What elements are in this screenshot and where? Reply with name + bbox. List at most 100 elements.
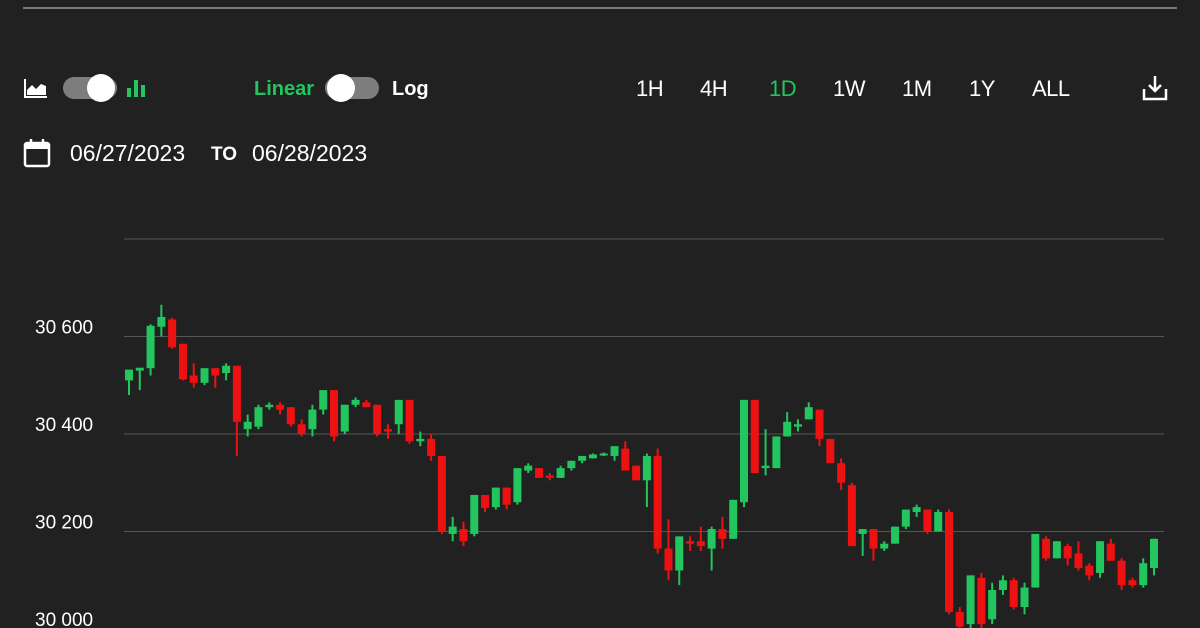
- candle: [556, 465, 565, 478]
- candle-body-up: [891, 526, 900, 544]
- candle-body-up: [588, 454, 597, 459]
- candle-body-down: [621, 448, 630, 471]
- candle-body-down: [178, 343, 187, 380]
- candle-body-down: [437, 455, 446, 532]
- candle-body-down: [718, 529, 727, 539]
- candle: [459, 521, 468, 547]
- candle-body-down: [1063, 546, 1072, 559]
- y-axis-labels: 30 000 30 200 30 400 30 600: [35, 318, 93, 628]
- candle: [847, 482, 856, 547]
- candle: [955, 607, 964, 628]
- candle-body-down: [1117, 560, 1126, 586]
- candle: [815, 409, 824, 447]
- candle-body-down: [686, 541, 695, 544]
- candle-body-down: [383, 429, 392, 432]
- candle: [891, 526, 900, 544]
- candle: [125, 369, 133, 395]
- candle-body-up: [729, 499, 738, 539]
- candles: [125, 304, 1158, 628]
- candle: [729, 499, 738, 539]
- candle: [1009, 577, 1018, 610]
- candle-body-down: [1106, 543, 1115, 561]
- candle-body-down: [535, 468, 543, 478]
- candle-body-up: [351, 399, 360, 405]
- candle-body-up: [934, 512, 943, 532]
- candle-body-down: [427, 438, 436, 456]
- candle-body-up: [901, 509, 910, 527]
- candle: [934, 509, 943, 532]
- candle: [621, 441, 630, 471]
- candle: [1139, 558, 1148, 588]
- candle-body-down: [923, 509, 932, 532]
- candle: [826, 438, 835, 464]
- candle: [146, 324, 155, 376]
- candle: [923, 509, 932, 534]
- candle: [783, 412, 792, 437]
- candle-body-up: [254, 407, 263, 427]
- candle-body-down: [330, 390, 338, 437]
- candle-body-up: [340, 404, 349, 432]
- candle: [243, 414, 252, 437]
- candle-body-down: [837, 463, 846, 483]
- candle-body-up: [707, 529, 716, 549]
- candle-body-up: [1052, 541, 1061, 559]
- candle: [491, 487, 500, 510]
- candle: [740, 399, 748, 508]
- candle-body-up: [200, 368, 209, 383]
- candle-body-down: [826, 438, 835, 464]
- candle: [1096, 541, 1105, 578]
- candle-body-down: [869, 529, 878, 549]
- candle: [1042, 536, 1051, 561]
- candle: [362, 399, 371, 408]
- candle: [297, 419, 306, 437]
- candle-body-down: [168, 319, 177, 348]
- candlestick-chart: 30 000 30 200 30 400 30 600: [35, 238, 1164, 628]
- candle-body-down: [1009, 580, 1018, 608]
- candle: [1063, 543, 1072, 566]
- candle: [912, 504, 921, 517]
- candle-body-down: [545, 475, 554, 478]
- candle-body-up: [319, 390, 328, 410]
- candle-body-down: [1074, 553, 1083, 569]
- candle-body-up: [740, 399, 748, 503]
- candle: [481, 494, 490, 512]
- candle-body-down: [189, 375, 198, 383]
- candle: [545, 473, 554, 481]
- candle-body-up: [783, 421, 792, 437]
- candle: [664, 519, 673, 581]
- candle: [254, 404, 263, 430]
- candle-body-up: [243, 421, 252, 430]
- candle-body-up: [157, 317, 166, 327]
- candle-body-up: [448, 526, 457, 534]
- candle: [373, 404, 382, 437]
- candle: [286, 407, 295, 427]
- candle-body-up: [858, 529, 867, 534]
- candle: [869, 529, 878, 561]
- candle: [718, 516, 727, 549]
- candle-body-up: [1031, 533, 1040, 588]
- candle: [988, 582, 997, 625]
- candle-body-up: [567, 460, 576, 469]
- candle-body-down: [653, 455, 662, 549]
- candle: [427, 434, 436, 461]
- candle-body-up: [610, 446, 619, 456]
- candle-body-down: [955, 611, 964, 627]
- candle: [772, 436, 781, 469]
- candle: [524, 463, 533, 473]
- candle: [858, 529, 867, 556]
- candle-body-down: [696, 541, 705, 547]
- candle: [232, 365, 241, 456]
- candle-body-down: [815, 409, 824, 439]
- candle-body-up: [998, 580, 1007, 590]
- candle-body-down: [232, 365, 241, 422]
- candle-body-up: [222, 365, 231, 374]
- candle-body-up: [912, 507, 921, 512]
- candle-body-down: [1128, 580, 1137, 586]
- grid-lines: [124, 238, 1164, 532]
- candle: [945, 509, 953, 615]
- candle-body-up: [513, 468, 522, 503]
- y-tick-label: 30 600: [35, 318, 93, 339]
- candle: [804, 402, 813, 420]
- candle-body-down: [481, 494, 490, 509]
- candle-body-up: [642, 455, 651, 481]
